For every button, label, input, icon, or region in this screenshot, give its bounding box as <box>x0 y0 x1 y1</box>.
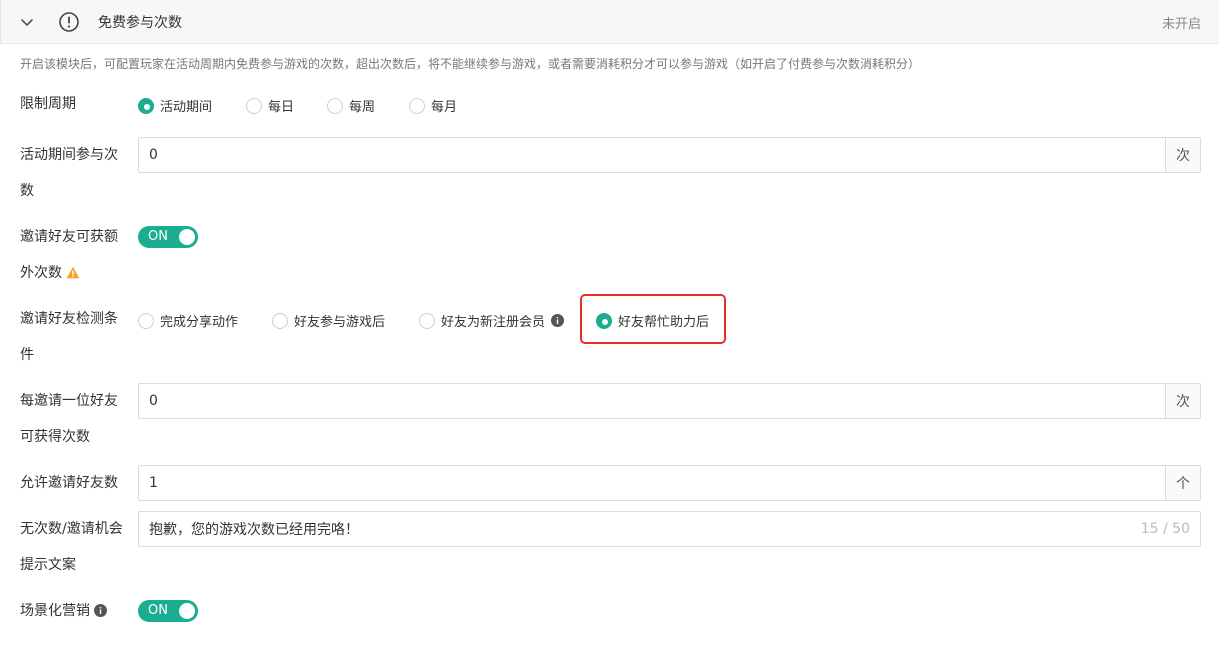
per-invite-field: 次 <box>138 383 1201 419</box>
label-line: 活动期间参与次 <box>20 147 118 163</box>
tip-text-input[interactable] <box>139 512 1141 546</box>
radio-unchecked-icon <box>327 97 343 114</box>
radio-unchecked-icon <box>138 312 154 329</box>
participation-count-field: 次 <box>138 137 1201 173</box>
allowed-invites-label: 允许邀请好友数 <box>20 475 118 491</box>
period-option-weekly[interactable]: 每周 <box>327 96 375 115</box>
scene-marketing-label: 场景化营销 <box>20 593 128 629</box>
label-line: 提示文案 <box>20 557 76 573</box>
section-header: 免费参与次数 未开启 <box>0 0 1219 44</box>
tip-text-field: 15 / 50 <box>138 511 1201 547</box>
unit-suffix: 次 <box>1165 138 1200 172</box>
invite-extra-toggle[interactable]: ON <box>138 226 198 248</box>
label-line: 件 <box>20 347 34 363</box>
label-line: 数 <box>20 183 34 199</box>
invite-condition-label: 邀请好友检测条 件 <box>20 301 128 373</box>
toggle-label: ON <box>148 603 168 618</box>
toggle-label: ON <box>148 229 168 244</box>
condition-option-share[interactable]: 完成分享动作 <box>138 311 238 330</box>
unit-suffix: 个 <box>1165 466 1200 500</box>
status-text: 未开启 <box>1161 17 1201 32</box>
radio-label: 每月 <box>431 100 458 115</box>
chevron-down-icon[interactable] <box>19 14 35 30</box>
radio-unchecked-icon <box>419 312 435 329</box>
per-invite-input[interactable] <box>139 384 1165 418</box>
allowed-invites-field: 个 <box>138 465 1201 501</box>
allowed-invites-input[interactable] <box>139 466 1165 500</box>
condition-option-new-member[interactable]: 好友为新注册会员 <box>419 311 565 330</box>
toggle-knob <box>179 229 195 245</box>
radio-label: 每日 <box>268 100 295 115</box>
char-counter: 15 / 50 <box>1140 521 1190 537</box>
label-line: 外次数 <box>20 255 128 291</box>
radio-label: 好友为新注册会员 <box>441 315 546 330</box>
warning-icon[interactable] <box>66 266 80 279</box>
period-option-monthly[interactable]: 每月 <box>409 96 457 115</box>
unit-suffix: 次 <box>1165 384 1200 418</box>
per-invite-label: 每邀请一位好友 可获得次数 <box>20 383 128 455</box>
radio-unchecked-icon <box>272 312 288 329</box>
label-line: 无次数/邀请机会 <box>20 521 123 537</box>
label-line: 可获得次数 <box>20 429 90 445</box>
label-line: 每邀请一位好友 <box>20 393 118 409</box>
radio-label: 活动期间 <box>160 100 213 115</box>
radio-checked-icon <box>138 97 154 114</box>
label-line: 邀请好友可获额 <box>20 229 118 245</box>
period-option-daily[interactable]: 每日 <box>246 96 294 115</box>
label-line: 邀请好友检测条 <box>20 311 118 327</box>
section-title: 免费参与次数 <box>98 15 182 31</box>
radio-label: 完成分享动作 <box>160 315 239 330</box>
radio-unchecked-icon <box>409 97 425 114</box>
highlight-box <box>580 294 726 344</box>
invite-extra-label: 邀请好友可获额 外次数 <box>20 219 128 291</box>
info-icon[interactable] <box>551 314 565 327</box>
radio-label: 好友参与游戏后 <box>294 315 386 330</box>
participation-count-input[interactable] <box>139 138 1165 172</box>
toggle-knob <box>179 603 195 619</box>
info-icon[interactable] <box>94 604 107 617</box>
period-option-activity[interactable]: 活动期间 <box>138 96 212 115</box>
period-label: 限制周期 <box>20 96 76 112</box>
condition-option-play[interactable]: 好友参与游戏后 <box>272 311 385 330</box>
radio-unchecked-icon <box>246 97 262 114</box>
alert-circle-icon <box>59 12 79 32</box>
scene-marketing-toggle[interactable]: ON <box>138 600 198 622</box>
participation-label: 活动期间参与次 数 <box>20 137 128 209</box>
tip-text-label: 无次数/邀请机会 提示文案 <box>20 511 128 583</box>
section-description: 开启该模块后，可配置玩家在活动周期内免费参与游戏的次数，超出次数后，将不能继续参… <box>20 57 921 71</box>
radio-label: 每周 <box>349 100 376 115</box>
